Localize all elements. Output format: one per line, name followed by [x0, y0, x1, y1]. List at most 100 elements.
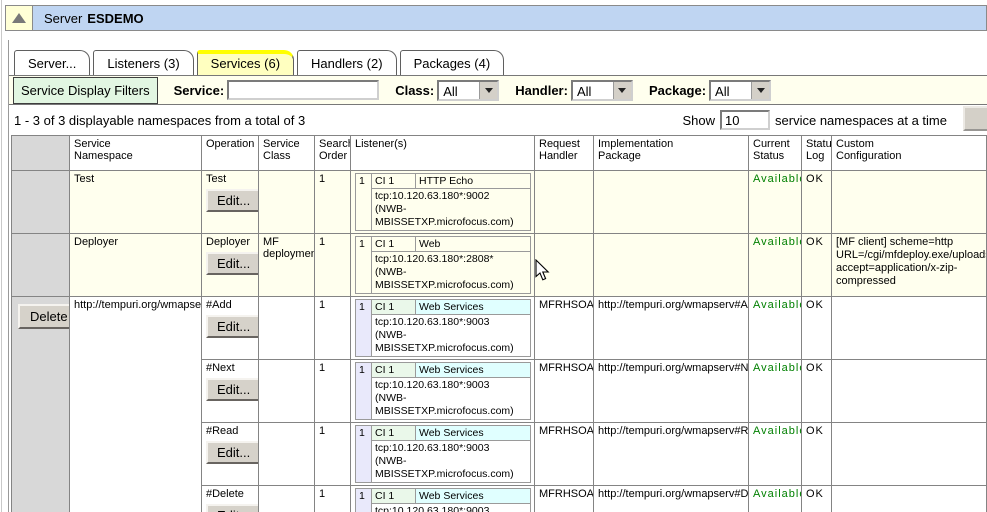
implementation-package-cell: http://tempuri.org/wmapserv#Delete [594, 486, 749, 512]
class-filter-value: All [439, 82, 479, 99]
listener-endpoint: tcp:10.120.63.180*:9003 (NWB-MBISSETXP.m… [372, 315, 531, 357]
listeners-cell: 1 CI 1 HTTP Echo tcp:10.120.63.180*:9002… [351, 171, 535, 234]
listener-box: 1 CI 1 Web Services tcp:10.120.63.180*:9… [355, 425, 531, 483]
operation-name: Test [206, 173, 254, 185]
custom-configuration-cell [832, 486, 987, 512]
collapse-server-section-button[interactable] [5, 5, 33, 31]
show-count-input[interactable] [720, 110, 770, 130]
search-order-cell: 1 [315, 486, 351, 512]
header-search-order: Search Order [315, 136, 351, 171]
operation-cell: Deployer Edit... [202, 234, 259, 297]
listener-name: Web Services [416, 489, 531, 504]
edit-button[interactable]: Edit... [206, 189, 259, 212]
implementation-package-cell: http://tempuri.org/wmapserv#Next [594, 360, 749, 423]
listener-endpoint: tcp:10.120.63.180*:2808* (NWB-MBISSETXP.… [372, 252, 531, 294]
listener-endpoint: tcp:10.120.63.180*:9003 (NWB-MBISSETXP.m… [372, 378, 531, 420]
service-filter-label: Service: [174, 83, 225, 98]
service-class-cell [259, 171, 315, 234]
listener-host: (NWB-MBISSETXP.microfocus.com) [375, 392, 527, 418]
operation-name: #Delete [206, 488, 254, 500]
header-service-class: Service Class [259, 136, 315, 171]
status-log-cell: OK [802, 234, 832, 297]
listener-conversation-class: CI 1 [372, 237, 416, 252]
listener-name: Web Services [416, 300, 531, 315]
listener-address: tcp:10.120.63.180*:9003 [375, 316, 527, 329]
triangle-up-icon [12, 13, 26, 23]
listener-box: 1 CI 1 Web Services tcp:10.120.63.180*:9… [355, 488, 531, 512]
server-header-bar: Server ESDEMO [5, 5, 987, 31]
current-status-cell: Available [749, 171, 802, 234]
custom-configuration-cell: [MF client] scheme=http URL=/cgi/mfdeplo… [832, 234, 987, 297]
edit-button[interactable]: Edit... [206, 504, 259, 512]
edit-button[interactable]: Edit... [206, 252, 259, 275]
status-log-cell: OK [802, 297, 832, 360]
class-filter-select[interactable]: All [437, 80, 499, 101]
listener-host: (NWB-MBISSETXP.microfocus.com) [375, 329, 527, 355]
request-handler-cell [535, 234, 594, 297]
content-frame: Server... Listeners (3) Services (6) Han… [8, 40, 987, 512]
chevron-down-icon [479, 82, 497, 99]
listener-address: tcp:10.120.63.180*:9002 [375, 190, 527, 203]
tab-server[interactable]: Server... [14, 50, 90, 75]
chevron-down-icon [613, 82, 631, 99]
listener-address: tcp:10.120.63.180*:2808* [375, 253, 527, 266]
implementation-package-cell [594, 234, 749, 297]
tab-services[interactable]: Services (6) [197, 50, 294, 75]
operation-name: Deployer [206, 236, 254, 248]
next-namespaces-button[interactable] [963, 106, 987, 131]
listener-box: 1 CI 1 HTTP Echo tcp:10.120.63.180*:9002… [355, 173, 531, 231]
header-custom-configuration: Custom Configuration [832, 136, 987, 171]
request-handler-cell: MFRHSOAP [535, 486, 594, 512]
service-filter-bar: Service Display Filters Service: Class: … [9, 75, 987, 105]
listener-address: tcp:10.120.63.180*:9003 [375, 505, 527, 512]
service-filter-input[interactable] [227, 80, 379, 100]
operation-name: #Read [206, 425, 254, 437]
current-status-cell: Available [749, 234, 802, 297]
tab-handlers[interactable]: Handlers (2) [297, 50, 397, 75]
actions-cell: Delete [12, 297, 70, 512]
listener-index: 1 [356, 237, 372, 294]
header-request-handler: Request Handler [535, 136, 594, 171]
implementation-package-cell: http://tempuri.org/wmapserv#Add [594, 297, 749, 360]
status-log-cell: OK [802, 360, 832, 423]
filter-bar-title: Service Display Filters [13, 77, 158, 104]
tab-packages[interactable]: Packages (4) [400, 50, 505, 75]
edit-button[interactable]: Edit... [206, 315, 259, 338]
listener-index: 1 [356, 489, 372, 512]
listeners-cell: 1 CI 1 Web Services tcp:10.120.63.180*:9… [351, 486, 535, 512]
implementation-package-cell [594, 171, 749, 234]
delete-button[interactable]: Delete [18, 304, 70, 329]
header-status-log: Status Log [802, 136, 832, 171]
operation-cell: #Delete Edit... [202, 486, 259, 512]
header-operation: Operation [202, 136, 259, 171]
tab-listeners[interactable]: Listeners (3) [93, 50, 193, 75]
listener-conversation-class: CI 1 [372, 363, 416, 378]
listener-box: 1 CI 1 Web Services tcp:10.120.63.180*:9… [355, 362, 531, 420]
package-filter-label: Package: [649, 83, 706, 98]
handler-filter-select[interactable]: All [571, 80, 633, 101]
listener-endpoint: tcp:10.120.63.180*:9003 (NWB-MBISSETXP.m… [372, 504, 531, 512]
custom-configuration-cell [832, 360, 987, 423]
package-filter-value: All [711, 82, 751, 99]
listener-conversation-class: CI 1 [372, 489, 416, 504]
search-order-cell: 1 [315, 360, 351, 423]
listeners-cell: 1 CI 1 Web Services tcp:10.120.63.180*:9… [351, 423, 535, 486]
current-status-cell: Available [749, 360, 802, 423]
package-filter-select[interactable]: All [709, 80, 771, 101]
show-label: Show [683, 113, 716, 128]
header-current-status: Current Status [749, 136, 802, 171]
header-listeners: Listener(s) [351, 136, 535, 171]
namespace-count-summary: 1 - 3 of 3 displayable namespaces from a… [14, 113, 305, 128]
edit-button[interactable]: Edit... [206, 378, 259, 401]
listener-host: (NWB-MBISSETXP.microfocus.com) [375, 203, 527, 229]
custom-configuration-cell [832, 297, 987, 360]
row-wmapserv-add: Delete http://tempuri.org/wmapserv #Add … [12, 297, 987, 360]
edit-button[interactable]: Edit... [206, 441, 259, 464]
listener-name: HTTP Echo [416, 174, 531, 189]
handler-filter-value: All [573, 82, 613, 99]
search-order-cell: 1 [315, 234, 351, 297]
listeners-cell: 1 CI 1 Web tcp:10.120.63.180*:2808* (NWB… [351, 234, 535, 297]
listener-name: Web [416, 237, 531, 252]
listener-box: 1 CI 1 Web Services tcp:10.120.63.180*:9… [355, 299, 531, 357]
operation-cell: #Add Edit... [202, 297, 259, 360]
